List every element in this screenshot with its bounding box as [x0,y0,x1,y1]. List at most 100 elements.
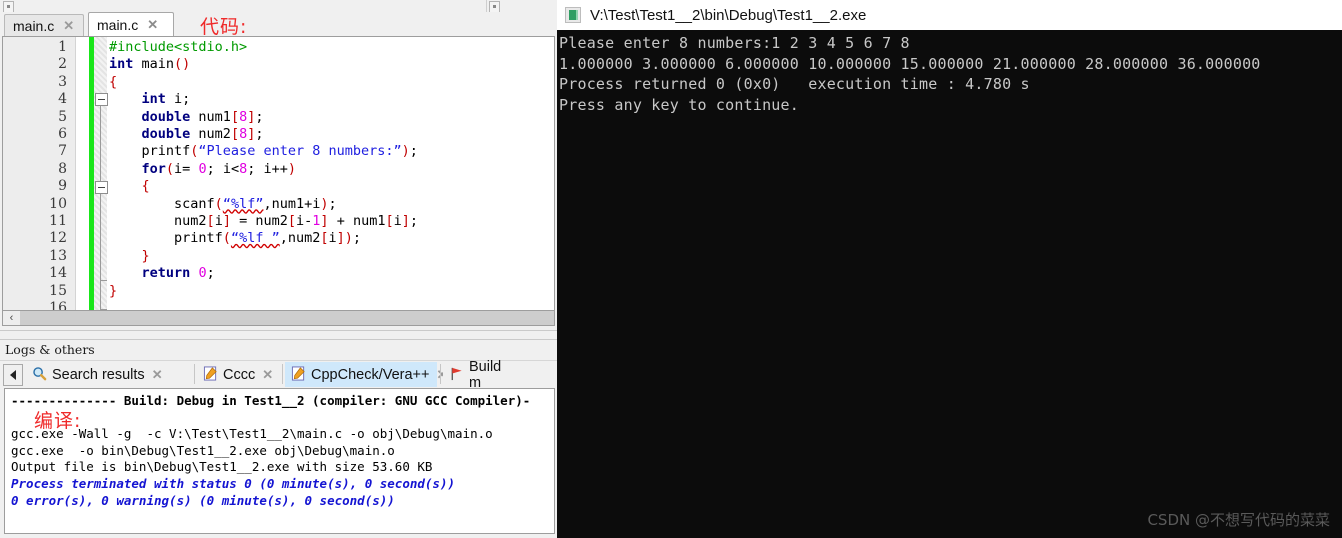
panel-splitter[interactable] [0,330,557,340]
code-token: return [141,265,191,282]
build-log-line: Output file is bin\Debug\Test1__2.exe wi… [11,459,433,475]
code-token: “Please enter 8 numbers:” [198,143,402,160]
console-title-bar[interactable]: V:\Test\Test1__2\bin\Debug\Test1__2.exe [557,0,1342,30]
code-token: ; [409,213,419,229]
console-line: Press any key to continue. [559,95,799,114]
logs-panel-title: Logs & others [5,342,95,357]
logs-tab-bar: Search results ✕ Cccc ✕ CppCheck/Vera++ ✕ Buil… [0,359,557,391]
code-token: } [141,247,150,264]
code-token: i; [165,91,191,108]
scrollbar-thumb[interactable] [21,311,554,325]
code-token: ] [401,213,410,229]
code-line-text[interactable]: } [109,283,117,300]
code-line-text[interactable]: return 0; [109,265,215,282]
code-token: scanf [109,195,215,212]
code-token: ] [336,230,345,247]
logs-tab-label: CppCheck/Vera++ [311,366,430,383]
code-line-text[interactable]: double num1[8]; [109,109,264,126]
flag-icon [449,366,464,384]
code-line-number: 15 [49,282,67,299]
logs-tab-search-results[interactable]: Search results ✕ [26,362,191,387]
code-line-text[interactable]: num2[i] = num2[i-1] + num1[i]; [109,213,418,230]
logs-tab-cccc[interactable]: Cccc ✕ [197,362,279,387]
editor-tab-main-c-2[interactable]: main.c ✕ [88,12,174,36]
logs-tab-build-m[interactable]: Build m [443,359,523,391]
editor-tab-main-c-1[interactable]: main.c ✕ [4,14,84,36]
code-token: + num1 [328,213,386,229]
code-token: double [141,108,191,125]
code-token: ( [214,195,223,212]
code-token: #include<stdio.h> [109,39,248,55]
magnifier-icon [32,366,47,384]
build-log-line: Process terminated with status 0 (0 minu… [11,476,456,491]
code-token: printf [109,230,223,247]
code-token: i- [296,213,313,229]
close-icon[interactable]: ✕ [262,367,273,383]
code-token: num2 [190,126,231,142]
code-line-number: 2 [58,56,67,73]
code-token: printf [109,143,191,160]
triangle-left-icon [10,370,16,380]
logs-tab-label: Build m [469,358,502,391]
close-icon[interactable]: ✕ [152,367,163,383]
console-output[interactable]: Please enter 8 numbers:1 2 3 4 5 6 7 8 1.… [557,30,1342,538]
code-line-number: 7 [58,143,67,160]
code-line-number: 13 [49,247,67,264]
code-token: ; [255,126,264,142]
close-icon[interactable]: ✕ [63,19,74,32]
code-line-text[interactable]: double num2[8]; [109,126,264,143]
code-line-text[interactable]: printf(“%lf ”,num2[i]); [109,230,361,247]
code-token: i [328,230,337,247]
code-line-text[interactable]: } [109,248,150,265]
code-token: ; [409,143,418,160]
logs-tab-label: Cccc [223,366,256,383]
watermark: CSDN @不想写代码的菜菜 [1147,511,1330,529]
fold-toggle-icon[interactable] [95,181,108,194]
code-line-number: 5 [58,108,67,125]
annotation-build: 编译: [34,410,82,432]
code-token: ] [222,213,231,229]
close-icon[interactable]: ✕ [147,18,158,31]
build-log-output[interactable]: -------------- Build: Debug in Test1__2 … [4,388,555,534]
code-line-text[interactable]: { [109,178,150,195]
code-line-text[interactable]: for(i= 0; i<8; i++) [109,160,297,178]
tab-scroll-left-button[interactable] [3,364,23,386]
code-line-text[interactable]: printf(“Please enter 8 numbers:”); [109,143,418,160]
code-token: ; i< [206,160,240,177]
code-editor[interactable]: 1 #include<stdio.h> 2 int main() 3{4 int i; 5… [2,36,555,325]
code-token: [ [287,213,297,229]
code-token: ; [328,195,337,212]
code-token: [ [230,126,240,142]
logs-panel: Logs & others Search results ✕ Cccc ✕ CppChe… [0,340,557,538]
logs-tab-label: Search results [52,366,145,383]
scroll-left-icon[interactable]: ‹ [3,311,20,325]
code-token: ; [352,230,362,247]
code-token: 8 [239,108,248,125]
code-token: “%lf ” [230,230,280,247]
console-title-text: V:\Test\Test1__2\bin\Debug\Test1__2.exe [590,6,867,24]
code-token: = num2 [230,213,288,229]
editor-horizontal-scrollbar[interactable]: ‹ [2,310,555,326]
code-line-text[interactable]: scanf(“%lf”,num1+i); [109,196,337,213]
code-line-number: 10 [49,195,67,212]
code-token: () [174,56,191,73]
code-line-text[interactable]: #include<stdio.h> [109,39,247,56]
console-line: Process returned 0 (0x0) execution time … [559,75,1030,93]
code-line-text[interactable]: int main() [109,56,190,73]
console-line: Please enter 8 numbers:1 2 3 4 5 6 7 8 [559,34,910,52]
code-token: num1 [190,108,231,125]
logs-tab-cppcheck-vera[interactable]: CppCheck/Vera++ ✕ [285,362,447,387]
code-line-text[interactable]: int i; [109,91,191,108]
code-token: ; [255,108,264,125]
fold-toggle-icon[interactable] [95,93,108,106]
code-line-text[interactable]: { [109,74,117,91]
code-token: ( [222,230,231,247]
annotation-code: 代码: [200,16,248,38]
pencil-icon [291,365,306,384]
